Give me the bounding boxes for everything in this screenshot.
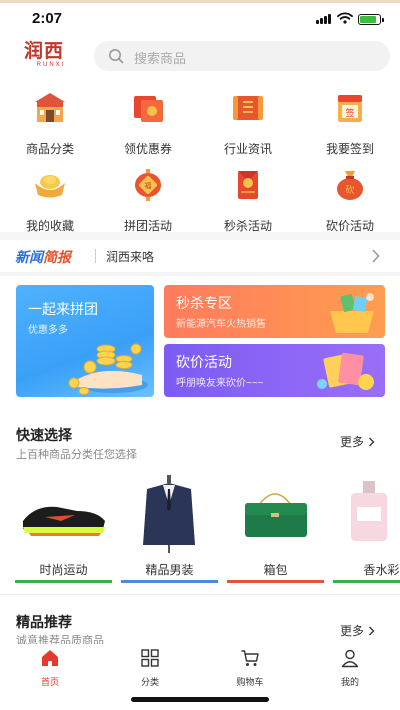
quick-select-more-link[interactable]: 更多 <box>340 433 375 450</box>
product-card[interactable]: 时尚运动 <box>15 475 112 583</box>
tab-categories[interactable]: 分类 <box>120 648 180 688</box>
chevron-right-icon <box>369 626 375 636</box>
news-brand-logo: 新闻简报 <box>15 249 71 265</box>
quick-select-title: 快速选择 <box>16 427 72 443</box>
sneaker-image <box>23 506 105 536</box>
home-indicator[interactable] <box>131 697 269 702</box>
category-item-bargain[interactable]: 砍 砍价活动 <box>305 167 395 234</box>
tab-profile[interactable]: 我的 <box>320 648 380 688</box>
promo-subtitle: 呼朋唤友来砍价~~~ <box>176 378 264 389</box>
red-envelope-icon <box>238 171 258 199</box>
news-divider <box>95 249 96 263</box>
tab-home[interactable]: 首页 <box>20 648 80 688</box>
promo-bargain[interactable]: 砍价活动 呼朋唤友来砍价~~~ <box>164 344 385 397</box>
tab-label: 首页 <box>40 677 59 687</box>
mens-suit-image <box>143 475 195 553</box>
battery-icon <box>358 14 384 25</box>
category-label: 商品分类 <box>25 142 74 156</box>
handbag-image <box>245 493 307 537</box>
app-logo: 润西 RUNXI <box>24 40 66 69</box>
money-bag-icon: 砍 <box>337 171 363 200</box>
tab-label: 购物车 <box>236 677 264 687</box>
category-label: 领优惠券 <box>123 142 172 156</box>
coins-hand-illustration <box>68 343 148 395</box>
gift-box-illustration <box>330 293 374 333</box>
chevron-right-icon <box>372 249 380 263</box>
promo-subtitle: 新能源汽车火热销售 <box>176 319 266 330</box>
calendar-sign-icon: 签 <box>338 95 362 122</box>
quick-select-carousel[interactable]: 时尚运动 精品男装 箱包 香水彩 <box>0 475 400 585</box>
search-placeholder: 搜索商品 <box>134 51 187 66</box>
product-accent-bar <box>121 580 218 583</box>
category-item-industry-news[interactable]: 行业资讯 <box>203 90 293 157</box>
search-icon <box>109 49 124 64</box>
svg-text:砍: 砍 <box>345 184 354 196</box>
svg-text:签: 签 <box>345 107 354 119</box>
shopping-cards-illustration <box>317 352 374 390</box>
status-bar: 2:07 <box>0 6 400 32</box>
shop-icon <box>35 93 65 122</box>
category-item-coupons[interactable]: 领优惠券 <box>103 90 193 157</box>
category-label: 我要签到 <box>325 142 374 156</box>
recommend-more-link[interactable]: 更多 <box>340 622 375 639</box>
gold-ingot-icon <box>35 175 65 198</box>
product-card[interactable]: 箱包 <box>227 475 324 583</box>
home-icon <box>42 650 58 666</box>
scroll-icon <box>233 96 263 120</box>
category-label: 行业资讯 <box>223 142 272 156</box>
promo-title: 砍价活动 <box>176 354 232 370</box>
product-name: 香水彩 <box>363 563 400 577</box>
category-item-product-categories[interactable]: 商品分类 <box>5 90 95 157</box>
product-accent-bar <box>15 580 112 583</box>
cart-icon <box>241 650 259 666</box>
top-accent-line <box>0 0 400 3</box>
search-bar[interactable]: 搜索商品 <box>94 41 390 71</box>
promo-subtitle: 优惠多多 <box>28 325 68 336</box>
section-divider <box>0 272 400 276</box>
chevron-right-icon <box>369 437 375 447</box>
promo-title: 一起来拼团 <box>28 301 98 317</box>
svg-text:福: 福 <box>145 181 152 190</box>
section-divider <box>0 232 400 240</box>
news-strip[interactable]: 新闻简报 润西来咯 <box>0 240 400 272</box>
promo-flash-sale[interactable]: 秒杀专区 新能源汽车火热销售 <box>164 285 385 338</box>
cellular-signal-icon <box>316 14 332 24</box>
category-item-flash-sale[interactable]: 秒杀活动 <box>203 167 293 234</box>
quick-select-subtitle: 上百种商品分类任您选择 <box>16 449 137 461</box>
category-item-group-buy[interactable]: 福 拼团活动 <box>103 167 193 234</box>
tab-cart[interactable]: 购物车 <box>220 648 280 688</box>
promo-group-buy[interactable]: 一起来拼团 优惠多多 <box>16 285 154 397</box>
tab-label: 我的 <box>340 677 359 687</box>
category-item-sign-in[interactable]: 签 我要签到 <box>305 90 395 157</box>
perfume-image <box>351 481 387 541</box>
product-name: 时尚运动 <box>39 563 88 577</box>
coupon-icon <box>134 96 163 122</box>
product-name: 箱包 <box>263 563 288 577</box>
bottom-tab-bar: 首页 分类 购物车 我的 <box>0 644 400 687</box>
category-item-favorites[interactable]: 我的收藏 <box>5 167 95 234</box>
user-icon <box>341 649 359 668</box>
status-time: 2:07 <box>32 10 63 27</box>
product-accent-bar <box>227 580 324 583</box>
product-card[interactable]: 香水彩 <box>333 475 400 583</box>
grid-icon <box>141 649 159 667</box>
wifi-icon <box>337 12 353 24</box>
lantern-icon: 福 <box>135 169 161 201</box>
product-accent-bar <box>333 580 400 583</box>
recommend-title: 精品推荐 <box>16 614 72 630</box>
promo-title: 秒杀专区 <box>176 295 232 311</box>
product-name: 精品男装 <box>145 563 194 577</box>
product-card[interactable]: 精品男装 <box>121 475 218 583</box>
section-divider <box>0 594 400 595</box>
news-headline: 润西来咯 <box>106 250 155 264</box>
tab-label: 分类 <box>140 677 159 687</box>
